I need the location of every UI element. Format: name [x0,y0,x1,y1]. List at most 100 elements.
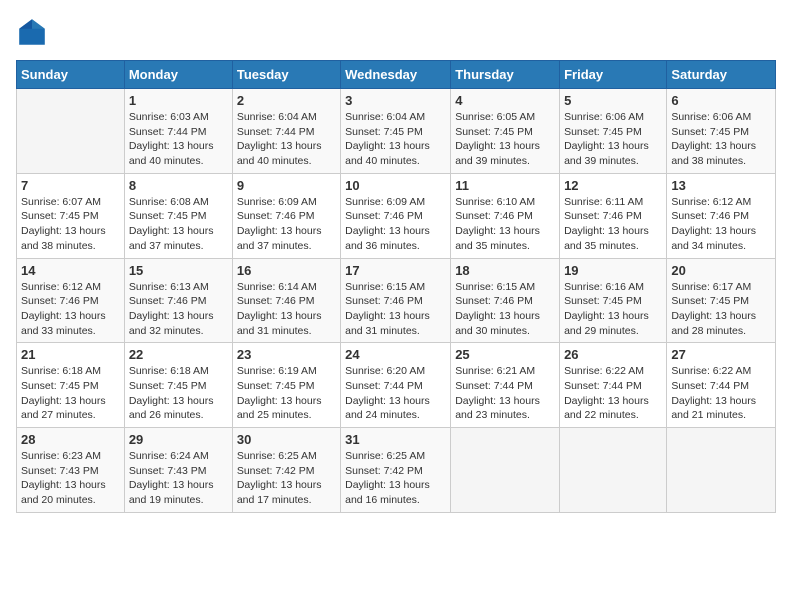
sunset-text: Sunset: 7:46 PM [671,209,771,224]
day-info: Sunrise: 6:20 AMSunset: 7:44 PMDaylight:… [345,364,446,423]
sunset-text: Sunset: 7:45 PM [564,294,662,309]
sunrise-text: Sunrise: 6:05 AM [455,110,555,125]
daylight-text-2: and 34 minutes. [671,239,771,254]
day-number: 7 [21,178,120,193]
week-row-0: 1Sunrise: 6:03 AMSunset: 7:44 PMDaylight… [17,89,776,174]
calendar-cell: 31Sunrise: 6:25 AMSunset: 7:42 PMDayligh… [341,428,451,513]
day-number: 28 [21,432,120,447]
week-row-3: 21Sunrise: 6:18 AMSunset: 7:45 PMDayligh… [17,343,776,428]
daylight-text: Daylight: 13 hours [455,224,555,239]
daylight-text: Daylight: 13 hours [21,309,120,324]
calendar-cell: 30 Sunrise: 6:25 AMSunset: 7:42 PMDayligh… [232,428,340,513]
calendar-cell: 3Sunrise: 6:04 AMSunset: 7:45 PMDaylight… [341,89,451,174]
sunset-text: Sunset: 7:45 PM [129,209,228,224]
sunset-text: Sunset: 7:45 PM [21,379,120,394]
daylight-text-2: and 31 minutes. [345,324,446,339]
sunrise-text: Sunrise: 6:24 AM [129,449,228,464]
calendar-cell: 27Sunrise: 6:22 AMSunset: 7:44 PMDayligh… [667,343,776,428]
header-wednesday: Wednesday [341,61,451,89]
daylight-text-2: and 33 minutes. [21,324,120,339]
day-number: 10 [345,178,446,193]
daylight-text: Daylight: 13 hours [671,394,771,409]
day-number: 5 [564,93,662,108]
sunset-text: Sunset: 7:45 PM [671,125,771,140]
header-friday: Friday [560,61,667,89]
sunrise-text: Sunrise: 6:19 AM [237,364,336,379]
day-info: Sunrise: 6:25 AMSunset: 7:42 PMDaylight:… [237,449,336,508]
daylight-text-2: and 35 minutes. [564,239,662,254]
daylight-text: Daylight: 13 hours [237,394,336,409]
sunrise-text: Sunrise: 6:18 AM [129,364,228,379]
daylight-text: Daylight: 13 hours [237,309,336,324]
calendar-cell: 10Sunrise: 6:09 AMSunset: 7:46 PMDayligh… [341,173,451,258]
day-info: Sunrise: 6:22 AMSunset: 7:44 PMDaylight:… [671,364,771,423]
calendar-cell: 15Sunrise: 6:13 AMSunset: 7:46 PMDayligh… [124,258,232,343]
sunset-text: Sunset: 7:44 PM [345,379,446,394]
header-saturday: Saturday [667,61,776,89]
daylight-text: Daylight: 13 hours [671,139,771,154]
day-number: 4 [455,93,555,108]
day-info: Sunrise: 6:13 AMSunset: 7:46 PMDaylight:… [129,280,228,339]
day-number: 8 [129,178,228,193]
sunset-text: Sunset: 7:45 PM [455,125,555,140]
daylight-text: Daylight: 13 hours [345,478,446,493]
day-info: Sunrise: 6:17 AMSunset: 7:45 PMDaylight:… [671,280,771,339]
day-number: 22 [129,347,228,362]
daylight-text: Daylight: 13 hours [21,478,120,493]
sunset-text: Sunset: 7:44 PM [237,125,336,140]
header-sunday: Sunday [17,61,125,89]
sunset-text: Sunset: 7:44 PM [455,379,555,394]
day-info: Sunrise: 6:11 AMSunset: 7:46 PMDaylight:… [564,195,662,254]
daylight-text: Daylight: 13 hours [345,394,446,409]
day-info: Sunrise: 6:23 AMSunset: 7:43 PMDaylight:… [21,449,120,508]
daylight-text-2: and 26 minutes. [129,408,228,423]
sunset-text: Sunset: 7:45 PM [21,209,120,224]
day-info: Sunrise: 6:15 AMSunset: 7:46 PMDaylight:… [345,280,446,339]
day-number: 19 [564,263,662,278]
calendar-cell: 26Sunrise: 6:22 AMSunset: 7:44 PMDayligh… [560,343,667,428]
sunrise-text: Sunrise: 6:03 AM [129,110,228,125]
daylight-text: Daylight: 13 hours [455,394,555,409]
daylight-text: Daylight: 13 hours [455,309,555,324]
daylight-text: Daylight: 13 hours [237,139,336,154]
day-info: Sunrise: 6:12 AMSunset: 7:46 PMDaylight:… [21,280,120,339]
calendar-cell [667,428,776,513]
calendar-cell: 11 Sunrise: 6:10 AMSunset: 7:46 PMDayligh… [451,173,560,258]
daylight-text-2: and 19 minutes. [129,493,228,508]
sunset-text: Sunset: 7:42 PM [345,464,446,479]
sunset-text: Sunset: 7:46 PM [455,209,555,224]
daylight-text: Daylight: 13 hours [237,224,336,239]
page-header [16,16,776,48]
daylight-text-2: and 39 minutes. [455,154,555,169]
sunrise-text: Sunrise: 6:22 AM [564,364,662,379]
day-number: 30 [237,432,336,447]
week-row-4: 28 Sunrise: 6:23 AMSunset: 7:43 PMDayligh… [17,428,776,513]
sunset-text: Sunset: 7:46 PM [455,294,555,309]
sunrise-text: Sunrise: 6:12 AM [671,195,771,210]
daylight-text-2: and 25 minutes. [237,408,336,423]
day-number: 2 [237,93,336,108]
sunset-text: Sunset: 7:45 PM [671,294,771,309]
header-tuesday: Tuesday [232,61,340,89]
day-number: 11 [455,178,555,193]
calendar-cell: 20 Sunrise: 6:17 AMSunset: 7:45 PMDayligh… [667,258,776,343]
daylight-text-2: and 24 minutes. [345,408,446,423]
day-number: 24 [345,347,446,362]
calendar-cell [17,89,125,174]
calendar-cell: 9Sunrise: 6:09 AMSunset: 7:46 PMDaylight… [232,173,340,258]
daylight-text: Daylight: 13 hours [129,139,228,154]
sunrise-text: Sunrise: 6:10 AM [455,195,555,210]
sunset-text: Sunset: 7:46 PM [564,209,662,224]
calendar-cell [560,428,667,513]
day-info: Sunrise: 6:06 AMSunset: 7:45 PMDaylight:… [671,110,771,169]
daylight-text-2: and 27 minutes. [21,408,120,423]
day-info: Sunrise: 6:04 AMSunset: 7:44 PMDaylight:… [237,110,336,169]
calendar-cell: 25Sunrise: 6:21 AMSunset: 7:44 PMDayligh… [451,343,560,428]
day-number: 20 [671,263,771,278]
calendar-cell: 23Sunrise: 6:19 AMSunset: 7:45 PMDayligh… [232,343,340,428]
day-info: Sunrise: 6:06 AMSunset: 7:45 PMDaylight:… [564,110,662,169]
day-info: Sunrise: 6:08 AMSunset: 7:45 PMDaylight:… [129,195,228,254]
daylight-text: Daylight: 13 hours [129,309,228,324]
daylight-text: Daylight: 13 hours [129,224,228,239]
sunrise-text: Sunrise: 6:15 AM [455,280,555,295]
